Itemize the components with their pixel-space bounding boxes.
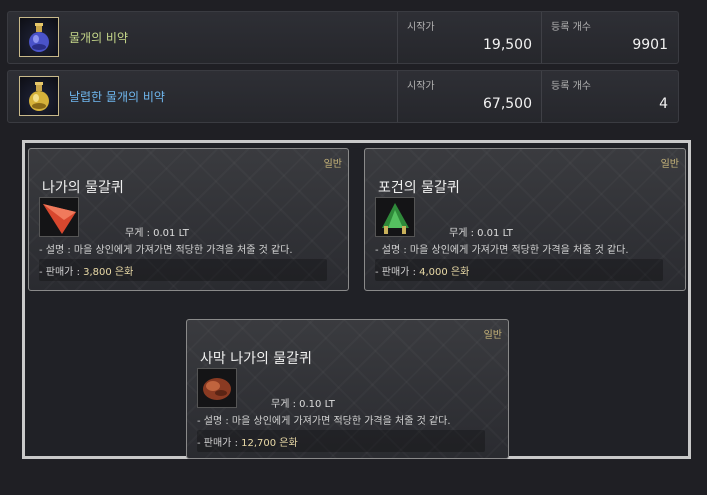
count-label: 등록 개수 <box>551 22 591 33</box>
potion-icon <box>19 76 59 116</box>
column-divider <box>397 71 398 122</box>
column-divider <box>397 12 398 63</box>
brown-fin-icon <box>197 368 237 408</box>
column-divider <box>541 71 542 122</box>
sell-price: - 판매가 : 12,700 은화 <box>197 434 298 449</box>
item-tooltip-card: 일반 포건의 물갈퀴 무게 : 0.01 LT - 설명 : 마을 상인에게 가… <box>364 148 686 291</box>
grade-label: 일반 <box>660 159 679 170</box>
green-fin-icon <box>375 197 415 237</box>
start-price-value: 19,500 <box>483 37 532 53</box>
start-price-label: 시작가 <box>407 81 435 92</box>
count-value: 9901 <box>632 37 668 53</box>
description-text: - 설명 : 마을 상인에게 가져가면 적당한 가격을 처줄 것 같다. <box>39 245 293 256</box>
tooltip-compare-frame: 일반 나가의 물갈퀴 무게 : 0.01 LT - 설명 : 마을 상인에게 가… <box>22 140 691 459</box>
start-price-label: 시작가 <box>407 22 435 33</box>
count-value: 4 <box>659 96 668 112</box>
item-name: 날렵한 물개의 비약 <box>69 90 165 104</box>
sell-price-value: 4,000 은화 <box>419 267 470 278</box>
weight-text: 무게 : 0.01 LT <box>125 228 189 239</box>
start-price-value: 67,500 <box>483 96 532 112</box>
weight-text: 무게 : 0.01 LT <box>449 228 513 239</box>
column-divider <box>541 12 542 63</box>
grade-label: 일반 <box>483 330 502 341</box>
sell-price-label: - 판매가 : <box>375 267 416 278</box>
item-title: 사막 나가의 물갈퀴 <box>200 351 312 367</box>
sell-price-value: 12,700 은화 <box>241 438 298 449</box>
sell-price-label: - 판매가 : <box>197 438 238 449</box>
item-name: 물개의 비약 <box>69 31 129 45</box>
description-text: - 설명 : 마을 상인에게 가져가면 적당한 가격을 처줄 것 같다. <box>197 416 451 427</box>
market-item-row[interactable]: 물개의 비약 시작가 19,500 등록 개수 9901 <box>7 11 679 64</box>
count-label: 등록 개수 <box>551 81 591 92</box>
sell-price: - 판매가 : 4,000 은화 <box>375 263 469 278</box>
sell-price-label: - 판매가 : <box>39 267 80 278</box>
item-tooltip-card: 일반 사막 나가의 물갈퀴 무게 : 0.10 LT - 설명 : 마을 상인에… <box>186 319 509 459</box>
sell-price: - 판매가 : 3,800 은화 <box>39 263 133 278</box>
item-tooltip-card: 일반 나가의 물갈퀴 무게 : 0.01 LT - 설명 : 마을 상인에게 가… <box>28 148 349 291</box>
potion-icon <box>19 17 59 57</box>
weight-text: 무게 : 0.10 LT <box>271 399 335 410</box>
grade-label: 일반 <box>323 159 342 170</box>
sell-price-value: 3,800 은화 <box>83 267 134 278</box>
item-title: 포건의 물갈퀴 <box>378 180 460 196</box>
red-fin-icon <box>39 197 79 237</box>
market-item-row[interactable]: 날렵한 물개의 비약 시작가 67,500 등록 개수 4 <box>7 70 679 123</box>
description-text: - 설명 : 마을 상인에게 가져가면 적당한 가격을 처줄 것 같다. <box>375 245 629 256</box>
item-title: 나가의 물갈퀴 <box>42 180 124 196</box>
